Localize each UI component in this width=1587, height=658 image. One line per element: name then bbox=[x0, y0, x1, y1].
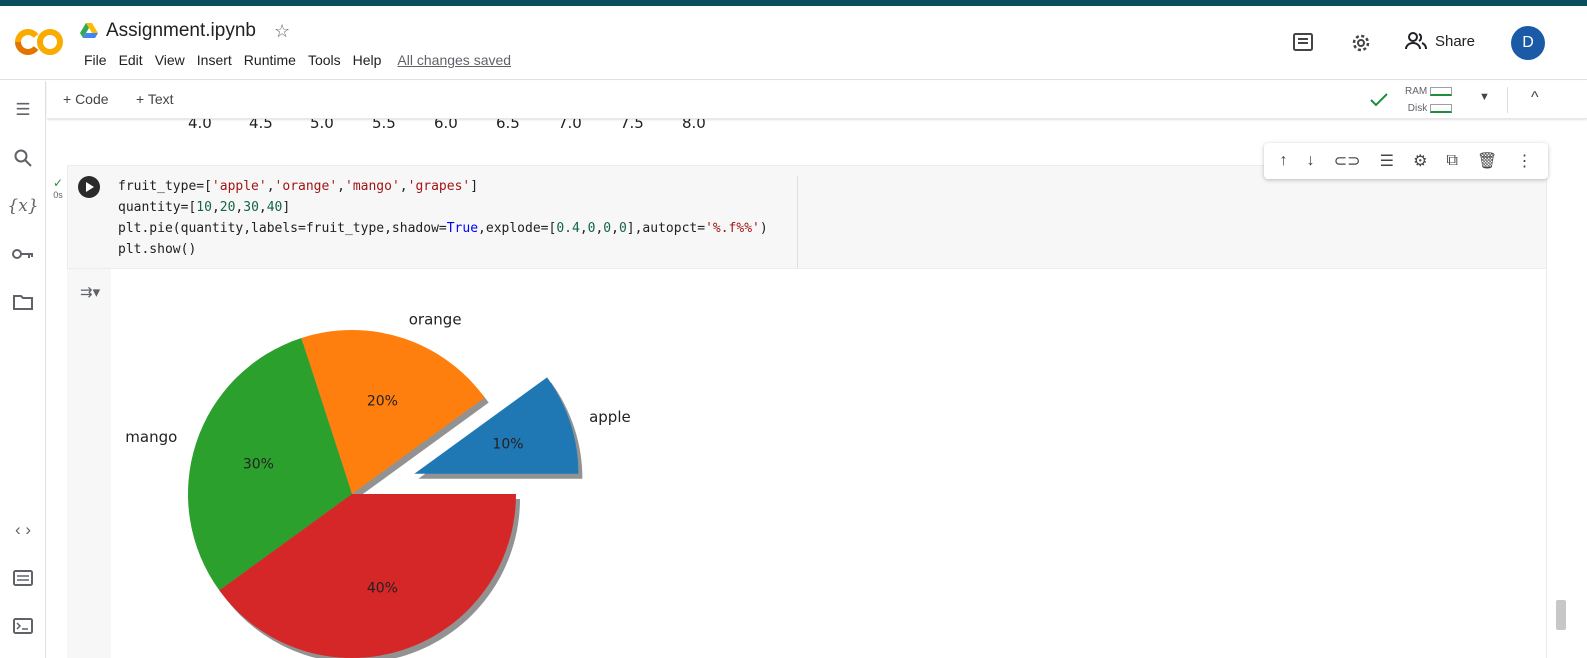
colab-logo[interactable] bbox=[14, 24, 66, 60]
comment-icon[interactable]: ☰ bbox=[1380, 151, 1394, 171]
ram-label: RAM bbox=[1405, 86, 1428, 97]
mirror-cell-icon[interactable]: ⧉ bbox=[1447, 152, 1458, 170]
code-line-1: fruit_type=['apple','orange','mango','gr… bbox=[118, 179, 479, 194]
menu-edit[interactable]: Edit bbox=[113, 52, 149, 68]
add-text-button[interactable]: + Text bbox=[136, 91, 174, 107]
save-status[interactable]: All changes saved bbox=[391, 52, 517, 68]
scrollbar-thumb[interactable] bbox=[1556, 600, 1566, 630]
arrow-down-icon[interactable]: ↓ bbox=[1307, 152, 1315, 170]
code-editor[interactable]: fruit_type=['apple','orange','mango','gr… bbox=[118, 176, 768, 260]
key-icon[interactable] bbox=[10, 241, 36, 267]
collapse-up-icon[interactable]: ^ bbox=[1531, 89, 1539, 107]
add-code-button[interactable]: + Code bbox=[63, 91, 109, 107]
pie-chart: 10%apple20%orange30%mango40%grapes bbox=[125, 310, 631, 658]
menu-view[interactable]: View bbox=[149, 52, 191, 68]
more-icon[interactable]: ⋮ bbox=[1516, 151, 1532, 171]
run-cell-button[interactable] bbox=[78, 176, 100, 198]
pie-pct-label-mango: 30% bbox=[243, 457, 274, 473]
cell-exec-status: ✓ 0s bbox=[48, 176, 68, 200]
notebook-title[interactable]: Assignment.ipynb bbox=[106, 20, 256, 42]
menu-insert[interactable]: Insert bbox=[191, 52, 238, 68]
output-gutter bbox=[67, 269, 111, 658]
code-line-4: plt.show() bbox=[118, 242, 197, 257]
line-length-ruler bbox=[797, 176, 798, 268]
pie-category-label-orange: orange bbox=[409, 310, 462, 328]
share-button[interactable]: Share bbox=[1404, 31, 1475, 51]
avatar[interactable]: D bbox=[1511, 26, 1545, 60]
pie-category-label-apple: apple bbox=[589, 408, 631, 426]
trash-icon[interactable]: 🗑 bbox=[1477, 151, 1497, 171]
menu-help[interactable]: Help bbox=[347, 52, 388, 68]
menu-bar: File Edit View Insert Runtime Tools Help… bbox=[78, 52, 517, 68]
comment-icon[interactable] bbox=[1291, 31, 1315, 55]
menu-tools[interactable]: Tools bbox=[302, 52, 347, 68]
search-icon[interactable] bbox=[10, 145, 36, 171]
code-snippets-icon[interactable]: ‹ › bbox=[10, 517, 36, 543]
drive-icon bbox=[80, 23, 98, 38]
command-palette-icon[interactable] bbox=[10, 565, 36, 591]
exec-time: 0s bbox=[53, 190, 63, 200]
menu-file[interactable]: File bbox=[78, 52, 113, 68]
cell-toolbar: ↑ ↓ ⊂⊃ ☰ ⚙ ⧉ 🗑 ⋮ bbox=[1264, 143, 1548, 179]
folder-icon[interactable] bbox=[10, 289, 36, 315]
code-line-3: plt.pie(quantity,labels=fruit_type,shado… bbox=[118, 221, 768, 236]
notebook-toolbar: + Code + Text RAM Disk ▼ ^ bbox=[47, 81, 1587, 119]
connected-check-icon[interactable] bbox=[1369, 92, 1389, 108]
variables-icon[interactable]: {x} bbox=[7, 193, 38, 219]
terminal-icon[interactable] bbox=[10, 613, 36, 639]
share-label: Share bbox=[1434, 32, 1475, 50]
pie-category-label-mango: mango bbox=[125, 428, 177, 446]
header: Assignment.ipynb ☆ File Edit View Insert… bbox=[0, 6, 1587, 80]
output-actions-icon[interactable]: ⇉▾ bbox=[80, 283, 100, 301]
exec-check-icon: ✓ bbox=[52, 176, 64, 190]
toolbar-divider bbox=[1507, 87, 1508, 113]
resource-monitor[interactable]: RAM Disk bbox=[1405, 83, 1453, 117]
caret-down-icon[interactable]: ▼ bbox=[1479, 91, 1490, 103]
arrow-up-icon[interactable]: ↑ bbox=[1280, 152, 1288, 170]
link-icon[interactable]: ⊂⊃ bbox=[1334, 151, 1361, 171]
menu-runtime[interactable]: Runtime bbox=[238, 52, 302, 68]
people-icon bbox=[1404, 32, 1427, 50]
star-icon[interactable]: ☆ bbox=[274, 21, 290, 42]
settings-gear-icon[interactable] bbox=[1349, 31, 1373, 55]
disk-label: Disk bbox=[1407, 103, 1428, 114]
code-line-2: quantity=[10,20,30,40] bbox=[118, 200, 291, 215]
pie-pct-label-apple: 10% bbox=[492, 436, 523, 452]
left-sidebar: ☰ {x} ‹ › bbox=[0, 81, 46, 658]
pie-pct-label-orange: 20% bbox=[367, 393, 398, 409]
gear-icon[interactable]: ⚙ bbox=[1413, 151, 1427, 171]
pie-pct-label-grapes: 40% bbox=[367, 581, 398, 597]
toc-icon[interactable]: ☰ bbox=[10, 97, 36, 123]
